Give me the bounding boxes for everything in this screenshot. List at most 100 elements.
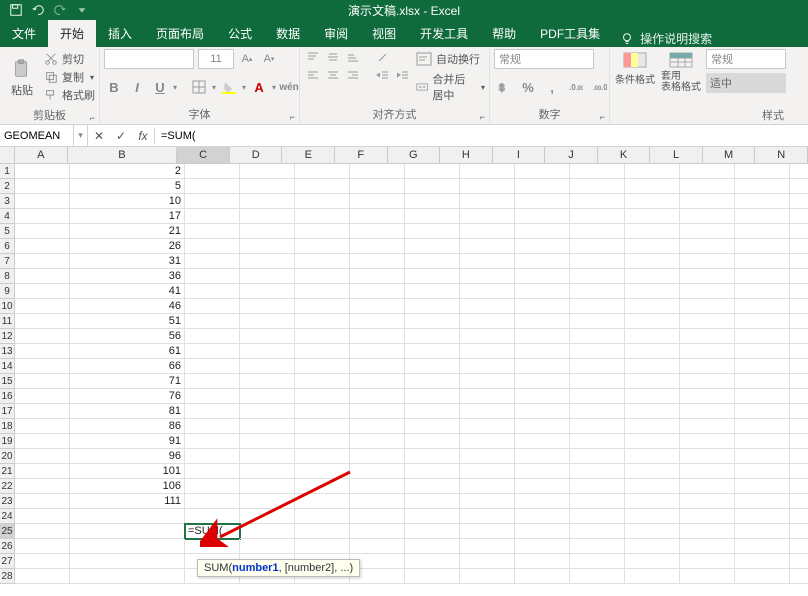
cell[interactable]	[185, 269, 240, 284]
cell[interactable]	[680, 569, 735, 584]
cell[interactable]	[185, 239, 240, 254]
cell[interactable]	[515, 449, 570, 464]
cell[interactable]	[625, 404, 680, 419]
cell[interactable]	[625, 284, 680, 299]
cell[interactable]	[350, 539, 405, 554]
align-center-icon[interactable]	[324, 67, 342, 83]
decrease-font-icon[interactable]: A▾	[260, 50, 278, 68]
cell[interactable]	[680, 179, 735, 194]
cell[interactable]	[70, 569, 185, 584]
qat-dropdown-icon[interactable]	[72, 1, 92, 19]
cell[interactable]: 76	[70, 389, 185, 404]
cell[interactable]	[405, 329, 460, 344]
cell[interactable]	[790, 509, 808, 524]
cell[interactable]	[240, 434, 295, 449]
cell[interactable]	[570, 539, 625, 554]
cell[interactable]	[405, 209, 460, 224]
tab-review[interactable]: 审阅	[312, 20, 360, 47]
row-header-27[interactable]: 27	[0, 554, 14, 569]
cell[interactable]	[185, 344, 240, 359]
align-middle-icon[interactable]	[324, 49, 342, 65]
cell[interactable]: 66	[70, 359, 185, 374]
cell[interactable]	[625, 464, 680, 479]
cell[interactable]	[350, 344, 405, 359]
cell[interactable]: 10	[70, 194, 185, 209]
cell[interactable]	[625, 539, 680, 554]
cell[interactable]	[680, 434, 735, 449]
cell[interactable]	[240, 164, 295, 179]
cell[interactable]	[460, 284, 515, 299]
cell[interactable]	[185, 164, 240, 179]
cell[interactable]	[515, 539, 570, 554]
cell[interactable]	[735, 404, 790, 419]
cell[interactable]	[790, 224, 808, 239]
cell[interactable]	[405, 314, 460, 329]
cell[interactable]	[350, 509, 405, 524]
cell[interactable]	[350, 194, 405, 209]
cell[interactable]	[625, 344, 680, 359]
cell[interactable]	[15, 299, 70, 314]
cell[interactable]	[625, 314, 680, 329]
cell[interactable]	[680, 494, 735, 509]
cell[interactable]	[680, 209, 735, 224]
row-header-20[interactable]: 20	[0, 449, 14, 464]
cell[interactable]	[735, 284, 790, 299]
cell[interactable]	[570, 449, 625, 464]
cell[interactable]	[350, 389, 405, 404]
cell[interactable]: 2	[70, 164, 185, 179]
tab-formulas[interactable]: 公式	[216, 20, 264, 47]
cell[interactable]	[735, 314, 790, 329]
cell[interactable]	[515, 554, 570, 569]
cell[interactable]	[570, 164, 625, 179]
cell[interactable]	[405, 539, 460, 554]
cell[interactable]	[460, 194, 515, 209]
cell[interactable]	[680, 479, 735, 494]
cell[interactable]	[15, 464, 70, 479]
row-header-6[interactable]: 6	[0, 239, 14, 254]
accounting-icon[interactable]: $	[494, 77, 514, 97]
cell[interactable]	[295, 494, 350, 509]
font-size-input[interactable]: 11	[198, 49, 234, 69]
align-top-icon[interactable]	[304, 49, 322, 65]
cell[interactable]	[460, 464, 515, 479]
cell[interactable]	[350, 419, 405, 434]
cell[interactable]	[735, 224, 790, 239]
cell[interactable]	[790, 194, 808, 209]
cell[interactable]	[735, 194, 790, 209]
cell[interactable]	[240, 224, 295, 239]
cell[interactable]	[240, 254, 295, 269]
cell[interactable]	[405, 224, 460, 239]
cell[interactable]	[680, 329, 735, 344]
cell[interactable]	[185, 374, 240, 389]
tab-developer[interactable]: 开发工具	[408, 20, 480, 47]
tell-me-search[interactable]: 操作说明搜索	[620, 30, 712, 47]
cell[interactable]	[680, 404, 735, 419]
cell[interactable]	[625, 524, 680, 539]
cell[interactable]	[680, 524, 735, 539]
cell[interactable]	[735, 509, 790, 524]
cell[interactable]	[185, 419, 240, 434]
fill-color-icon[interactable]	[219, 77, 239, 97]
cell[interactable]	[735, 434, 790, 449]
orientation-icon[interactable]	[374, 49, 392, 65]
cell[interactable]	[15, 359, 70, 374]
cell[interactable]	[735, 479, 790, 494]
cell[interactable]	[460, 449, 515, 464]
redo-icon[interactable]	[50, 1, 70, 19]
row-header-21[interactable]: 21	[0, 464, 14, 479]
font-name-input[interactable]	[104, 49, 194, 69]
cell[interactable]	[680, 224, 735, 239]
cell[interactable]	[735, 299, 790, 314]
cell[interactable]	[405, 254, 460, 269]
save-icon[interactable]	[6, 1, 26, 19]
cell[interactable]	[625, 374, 680, 389]
cell[interactable]	[625, 434, 680, 449]
row-header-12[interactable]: 12	[0, 329, 14, 344]
row-header-2[interactable]: 2	[0, 179, 14, 194]
cell[interactable]	[570, 404, 625, 419]
cell[interactable]	[515, 239, 570, 254]
tooltip-arg[interactable]: number1	[232, 562, 278, 574]
cell[interactable]	[735, 554, 790, 569]
cell[interactable]	[15, 449, 70, 464]
cell[interactable]	[295, 464, 350, 479]
